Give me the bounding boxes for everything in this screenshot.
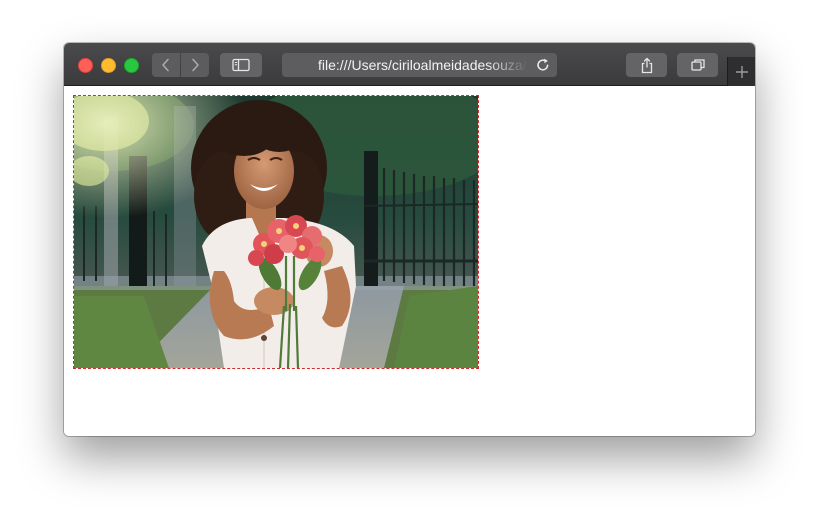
close-window-button[interactable] [78, 58, 93, 73]
share-icon [641, 57, 652, 73]
photo-container [73, 95, 479, 369]
browser-toolbar: file:///Users/ciriloalmeidadesouza/ [64, 43, 755, 86]
chevron-right-icon [192, 58, 199, 72]
tabs-icon [690, 59, 705, 71]
photo-woman-with-flowers [74, 96, 478, 368]
sidebar-toggle-button[interactable] [220, 53, 262, 77]
plus-icon [735, 65, 748, 78]
address-url[interactable]: file:///Users/ciriloalmeidadesouza/ [318, 57, 528, 73]
forward-button[interactable] [181, 53, 209, 77]
minimize-window-button[interactable] [101, 58, 116, 73]
maximize-window-button[interactable] [124, 58, 139, 73]
browser-window: file:///Users/ciriloalmeidadesouza/ [64, 43, 755, 436]
new-tab-button[interactable] [727, 57, 755, 86]
reload-icon[interactable] [535, 57, 551, 73]
show-tabs-button[interactable] [677, 53, 718, 77]
screen: file:///Users/ciriloalmeidadesouza/ [0, 0, 818, 518]
sidebar-icon [232, 58, 250, 72]
navigation-buttons [152, 53, 209, 77]
back-button[interactable] [152, 53, 180, 77]
chevron-left-icon [162, 58, 169, 72]
page-content [64, 86, 755, 436]
share-button[interactable] [626, 53, 667, 77]
address-bar[interactable]: file:///Users/ciriloalmeidadesouza/ [282, 53, 557, 77]
